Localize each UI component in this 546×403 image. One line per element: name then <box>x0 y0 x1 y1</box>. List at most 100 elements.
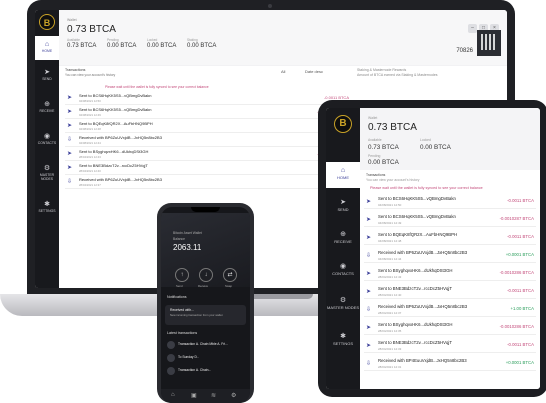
balance: 2063.11 <box>173 243 202 252</box>
sidebar-item-contacts[interactable]: ◉ CONTACTS <box>35 132 59 145</box>
sidebar-item-label: SEND <box>42 77 52 81</box>
receive-icon: ⇩ <box>67 179 73 185</box>
transaction-date: 28/04/2021 12:33 <box>378 347 402 351</box>
stat-label: Available <box>67 38 80 42</box>
sidebar-item-send[interactable]: ➤ SEND <box>326 198 360 212</box>
sidebar-item-receive[interactable]: ⊕ RECEIVE <box>326 230 360 244</box>
minimize-icon[interactable]: – <box>468 24 477 33</box>
transaction-row[interactable]: ➤ Sent to BSyghqvxHK6...dUkhqDSt3GH 28/04/… <box>364 268 536 281</box>
sidebar-item-settings[interactable]: ✱ SETTINGS <box>326 332 360 346</box>
sidebar-item-home[interactable]: ⌂ HOME <box>35 36 59 60</box>
transaction-description: Sent to BNE3BdzcT2v...rccDcZ5HVqjT <box>378 286 452 291</box>
transaction-row[interactable]: ➤ Sent to BSyghqvxHK6...dUkhqDSt3GH 28/04/… <box>364 322 536 335</box>
sidebar-item-label: SETTINGS <box>332 341 353 346</box>
transaction-amount: +1.00 BTCA <box>510 306 534 311</box>
transaction-description: Sent to BCS6HqKK5S5...vQBmgDvBakn <box>378 196 456 201</box>
home-icon[interactable]: ⌂ <box>171 392 175 398</box>
filter-all-select[interactable]: All <box>281 69 285 74</box>
transaction-description: Sent to BSyghqvxHK6...dUkhqDSt3GH <box>378 268 453 273</box>
tablet-header: Wallet 0.73 BTCA Available 0.73 BTCA Pen… <box>360 108 540 170</box>
sidebar-item-label: CONTACTS <box>332 271 354 276</box>
send-icon: ➤ <box>44 69 50 76</box>
send-label: Send <box>176 284 183 288</box>
stat-value: 0.73 BTCA <box>368 144 399 151</box>
sync-warning: Please wait until the wallet is fully sy… <box>105 85 209 89</box>
swap-label: Swap <box>225 284 232 288</box>
transactions-subtitle: You can view your account's history <box>65 73 116 77</box>
transactions-subtitle: You can view your account's history <box>366 178 420 182</box>
wallet-icon[interactable]: ▣ <box>191 392 197 399</box>
avatar <box>167 367 175 375</box>
transaction-amount: -0.0010286 BTCA <box>499 324 534 329</box>
transaction-row[interactable]: ➤ Sent to BNE3BdzcT2v...rccDcZ5HVqjT 28/04… <box>364 286 536 299</box>
transaction-row[interactable]: ⇩ Received with BP6ZuUVxjdB...JxHQ5n8bc2B… <box>364 304 536 317</box>
swap-button[interactable]: ⇄ <box>223 268 237 282</box>
transaction-date: 28/04/2021 12:40 <box>378 293 402 297</box>
tablet-frame: B ⌂ HOME ➤ SEND ⊕ RECEIVE ◉ CONTACTS ⚙ M… <box>318 100 546 397</box>
transaction-description: Sent to BQEqK8fQR2X...AuFbHNQ9BPH <box>378 232 458 237</box>
transaction-description: Sent to BNE3BdzcT2v...rccDcZ5HVqjT <box>79 163 148 168</box>
sidebar-item-label: MASTER NODES <box>326 305 359 310</box>
transaction-row[interactable]: ⇩ Received with BP6ZuUVxjdB...JxHQ5n8bc2B… <box>65 177 351 189</box>
transaction-row[interactable]: ⇩ Received with BP6ZuUVxjdB...JxHQ5n8bc2B… <box>364 250 536 263</box>
logo-icon: B <box>39 14 55 30</box>
phone-balance-card: Bitcoin Asset Wallet Balance 2063.11 ↑ ↓… <box>161 213 250 288</box>
sidebar-item-receive[interactable]: ⊕ RECEIVE <box>35 100 59 113</box>
contacts-icon: ◉ <box>339 263 347 270</box>
balance: 0.73 BTCA <box>67 24 116 35</box>
stat-value: 0.00 BTCA <box>368 159 399 166</box>
list-item[interactable]: Transaction A. Chain Mble A. Fri... <box>165 340 246 351</box>
transaction-row[interactable]: ⇩ Received with BP6ZuUVxjdB...JxHQ5n8bc2B… <box>65 135 351 147</box>
transaction-row[interactable]: ➤ Sent to BSyghqvxHK6...dUkhqDSt3GH 28/04/… <box>65 149 351 161</box>
stat-value: 0.00 BTCA <box>147 43 177 49</box>
transaction-row[interactable]: ➤ Sent to BQEqK8fQR2X...AuFbHNQ9BPH 04/08/… <box>65 121 351 133</box>
transaction-row[interactable]: ➤ Sent to BCS6HqKK5S5...vQBmgDvBakn 04/08/… <box>364 214 536 227</box>
chart-icon[interactable]: ≋ <box>211 392 216 399</box>
transaction-row[interactable]: ➤ Sent to BQEqK8fQR2X...AuFbHNQ9BPH 04/08/… <box>364 232 536 245</box>
transaction-date: 04/08/2021 12:48 <box>378 239 402 243</box>
transaction-row[interactable]: ⇩ Received with BP4EuuVxjdB...JxHQ5n8bc2B… <box>364 358 536 371</box>
sidebar-item-label: CONTACTS <box>37 141 57 145</box>
receive-button[interactable]: ↓ <box>199 268 213 282</box>
qr-code[interactable] <box>477 30 501 56</box>
send-icon: ➤ <box>67 123 73 129</box>
stat-label: Pending <box>368 154 381 158</box>
phone-frame: Bitcoin Asset Wallet Balance 2063.11 ↑ ↓… <box>157 203 254 403</box>
send-button[interactable]: ↑ <box>175 268 189 282</box>
settings-icon[interactable]: ⚙ <box>231 392 236 399</box>
transaction-row[interactable]: ➤ Sent to BCS6HqKK5S5...vQBmgDvBakn 04/08/… <box>65 107 351 119</box>
stat-label: Pending <box>107 38 119 42</box>
sidebar-item-masternodes[interactable]: ⚙ MASTER NODES <box>326 296 360 310</box>
stat-value: 0.73 BTCA <box>67 43 97 49</box>
transaction-row[interactable]: ➤ Sent to BCS6HqKK5S5...vQBmgDvBakn 04/08/… <box>364 196 536 209</box>
list-item[interactable]: Transaction A. Chain... <box>165 366 246 377</box>
sort-date-select[interactable]: Date desc <box>305 69 323 74</box>
transaction-amount: -0.0011 BTCA <box>507 342 534 347</box>
transaction-date: 28/04/2021 12:35 <box>378 329 402 333</box>
sidebar-item-label: HOME <box>41 49 53 53</box>
transaction-description: Received with BP6ZuUVxjdB...JxHQ5n8bc2B3 <box>79 135 162 140</box>
transaction-row[interactable]: ➤ Sent to BNE3BdzcT2v...rccDcZ5HVqjT 28/04… <box>65 163 351 175</box>
send-icon: ➤ <box>67 109 73 115</box>
contacts-icon: ◉ <box>43 133 51 140</box>
phone-screen: Bitcoin Asset Wallet Balance 2063.11 ↑ ↓… <box>161 207 250 403</box>
stat-label: Locked <box>420 138 431 142</box>
transaction-description: Sent to BSyghqvxHK6...dUkhqDSt3GH <box>79 149 149 154</box>
transaction-row[interactable]: ➤ Sent to BCS6HqKK5S5...vQBmgDvBakn 04/08/… <box>65 93 351 105</box>
stat-value: 0.00 BTCA <box>107 43 137 49</box>
send-icon: ➤ <box>366 235 372 241</box>
transaction-amount: +0.0001 BTCA <box>505 252 534 257</box>
sidebar-item-send[interactable]: ➤ SEND <box>35 68 59 81</box>
transaction-date: 04/08/2021 12:49 <box>378 221 402 225</box>
sidebar-item-contacts[interactable]: ◉ CONTACTS <box>326 262 360 276</box>
avatar <box>167 354 175 362</box>
stat-label: Locked <box>147 38 158 42</box>
phone-notch <box>191 207 220 212</box>
sidebar-item-home[interactable]: ⌂ HOME <box>326 162 360 188</box>
notification-card[interactable]: Received with... New incoming transactio… <box>165 305 246 325</box>
transaction-row[interactable]: ➤ Sent to BNE3BdzcT2v...rccDcZ5HVqjT 28/04… <box>364 340 536 353</box>
latest-transactions-title: Latest transactions <box>167 331 198 335</box>
sidebar-item-settings[interactable]: ✱ SETTINGS <box>35 200 59 213</box>
sidebar-item-masternodes[interactable]: ⚙ MASTER NODES <box>35 164 59 181</box>
list-item[interactable]: To Sunday D.. <box>165 353 246 364</box>
